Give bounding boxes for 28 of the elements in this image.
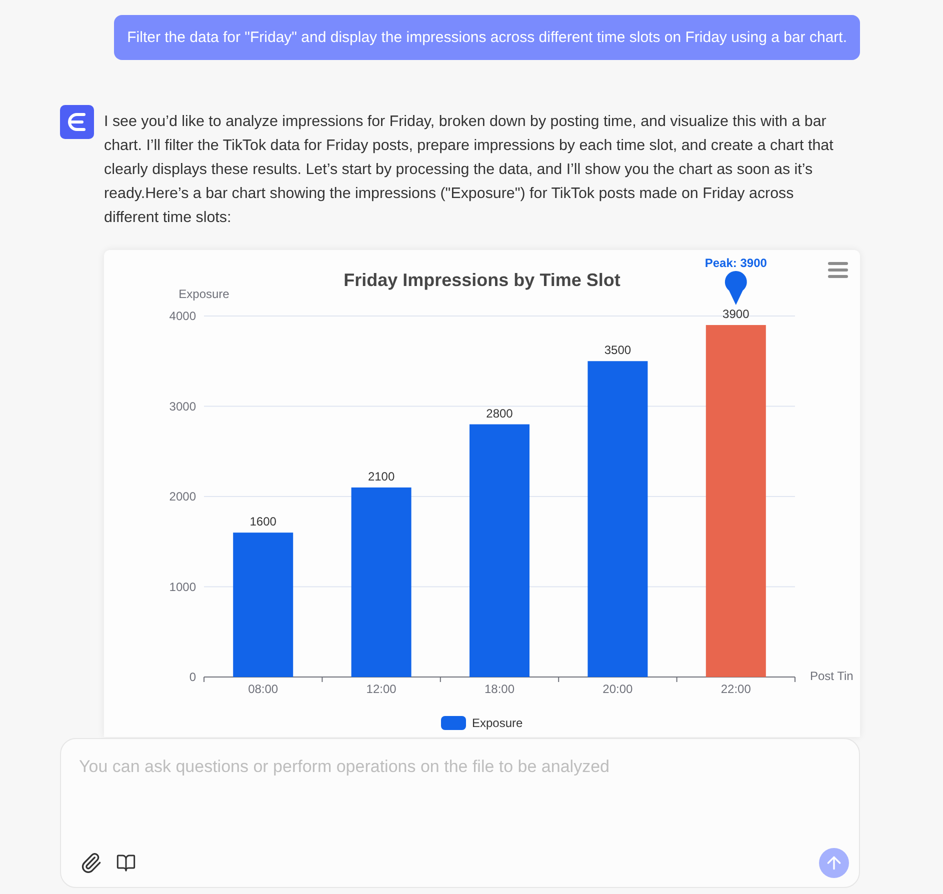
paperclip-icon[interactable] bbox=[79, 851, 103, 875]
message-composer[interactable]: You can ask questions or perform operations on the file to be analyzed bbox=[60, 738, 860, 888]
y-axis-title: Exposure bbox=[178, 287, 230, 301]
marker-label: Peak: 3900 bbox=[704, 256, 767, 270]
user-message: Filter the data for "Friday" and display the impressions across different time slots on Friday using a bar chart. bbox=[114, 15, 860, 60]
y-tick-label: 1000 bbox=[169, 580, 196, 594]
y-tick-label: 0 bbox=[189, 670, 196, 684]
x-tick-label: 08:00 bbox=[248, 682, 278, 696]
x-tick-label: 22:00 bbox=[720, 682, 751, 696]
map-pin-icon bbox=[724, 271, 747, 306]
x-axis-title: Post Tin bbox=[810, 669, 854, 683]
x-tick-label: 20:00 bbox=[602, 682, 633, 696]
y-tick-label: 4000 bbox=[169, 309, 196, 323]
data-label: 3900 bbox=[722, 307, 750, 322]
chart-title: Friday Impressions by Time Slot bbox=[344, 270, 620, 290]
message-input[interactable]: You can ask questions or perform operations on the file to be analyzed bbox=[61, 739, 859, 848]
x-tick-label: 18:00 bbox=[484, 682, 515, 696]
menu-icon[interactable] bbox=[828, 262, 848, 278]
assistant-logo-icon bbox=[60, 105, 94, 139]
x-tick-label: 12:00 bbox=[366, 682, 396, 696]
data-label: 2800 bbox=[486, 406, 513, 420]
y-tick-label: 3000 bbox=[169, 399, 196, 414]
data-label: 2100 bbox=[368, 469, 395, 484]
data-label: 1600 bbox=[250, 514, 276, 529]
legend-label[interactable]: Exposure bbox=[472, 716, 523, 730]
y-tick-label: 2000 bbox=[169, 490, 196, 504]
assistant-message: I see you’d like to analyze impressions for Friday, broken down by posting time, and visualize this with a bar chart. I’ll filter the TikTok data for Friday posts, prepare impressions by each time slot, and create a chart that clearly displays these results. Let’s start by processing the data, and I’ll show you the chart as soon as it’s ready.Here’s a bar chart showing the impressions ("Exposure") for TikTok posts made on Friday across different time slots: bbox=[104, 112, 834, 228]
data-label: 3500 bbox=[604, 343, 632, 358]
